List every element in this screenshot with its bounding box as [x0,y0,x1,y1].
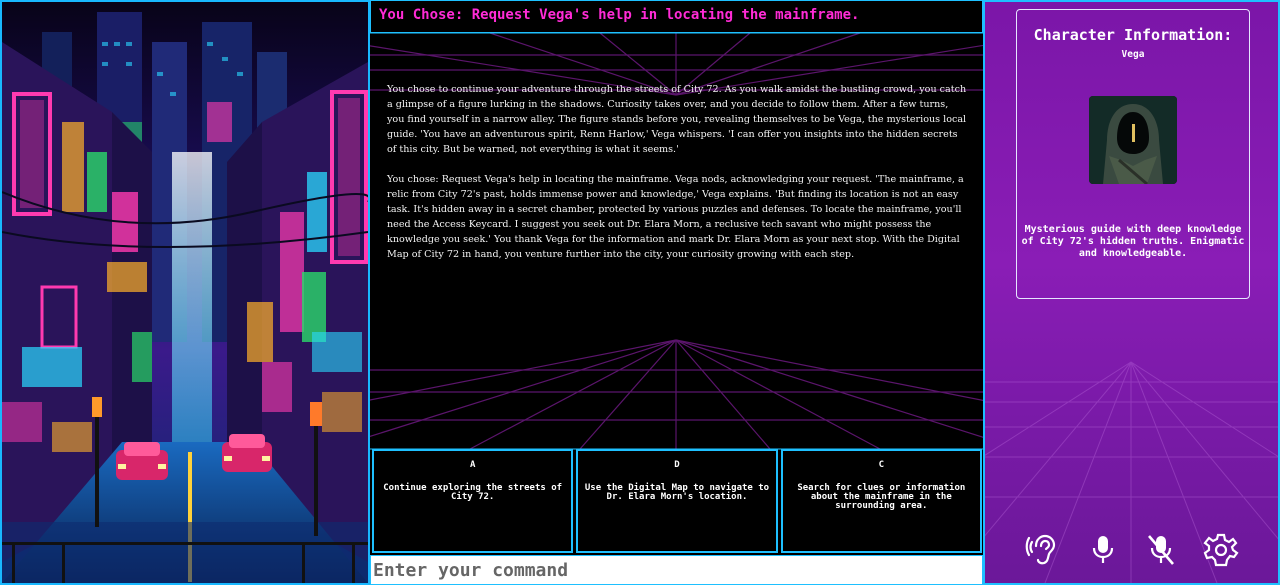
choice-text: Use the Digital Map to navigate to Dr. E… [584,483,770,502]
choice-letter: D [674,460,680,470]
microphone-icon[interactable] [1085,532,1121,568]
choice-text: Search for clues or information about th… [797,483,966,511]
gear-icon[interactable] [1203,532,1239,568]
choice-button-d[interactable]: D Use the Digital Map to navigate to Dr.… [576,449,778,553]
ear-icon[interactable] [1025,532,1061,568]
character-description: Mysterious guide with deep knowledge of … [1021,224,1245,259]
choice-options: A Continue exploring the streets of City… [372,449,982,553]
character-panel: Character Information: Vega Mysterious g… [983,0,1280,585]
hooded-figure-image [1089,96,1177,184]
character-info-title: Character Information: [1033,26,1233,44]
choice-header-text: You Chose: Request Vega's help in locati… [379,7,860,23]
city-artwork [0,0,370,585]
choice-button-c[interactable]: C Search for clues or information about … [780,449,982,553]
story-paragraph: You chose to continue your adventure thr… [387,84,967,155]
story-paragraph: You chose: Request Vega's help in locati… [387,174,964,260]
choice-text: Continue exploring the streets of City 7… [383,483,563,502]
character-info-card: Character Information: Vega Mysterious g… [1016,9,1250,299]
command-bar [370,555,983,585]
character-name: Vega [1121,49,1145,60]
story-panel: You Chose: Request Vega's help in locati… [370,0,983,585]
choice-header: You Chose: Request Vega's help in locati… [370,0,983,33]
choice-letter: A [469,460,476,470]
character-portrait [1089,96,1177,184]
choice-button-a[interactable]: A Continue exploring the streets of City… [372,449,574,553]
story-text: You chose to continue your adventure thr… [387,82,967,277]
command-input[interactable] [371,556,982,584]
microphone-muted-icon[interactable] [1143,532,1179,568]
cyberpunk-city-illustration [2,2,368,583]
audio-controls [985,532,1278,568]
choice-letter: C [878,460,885,470]
